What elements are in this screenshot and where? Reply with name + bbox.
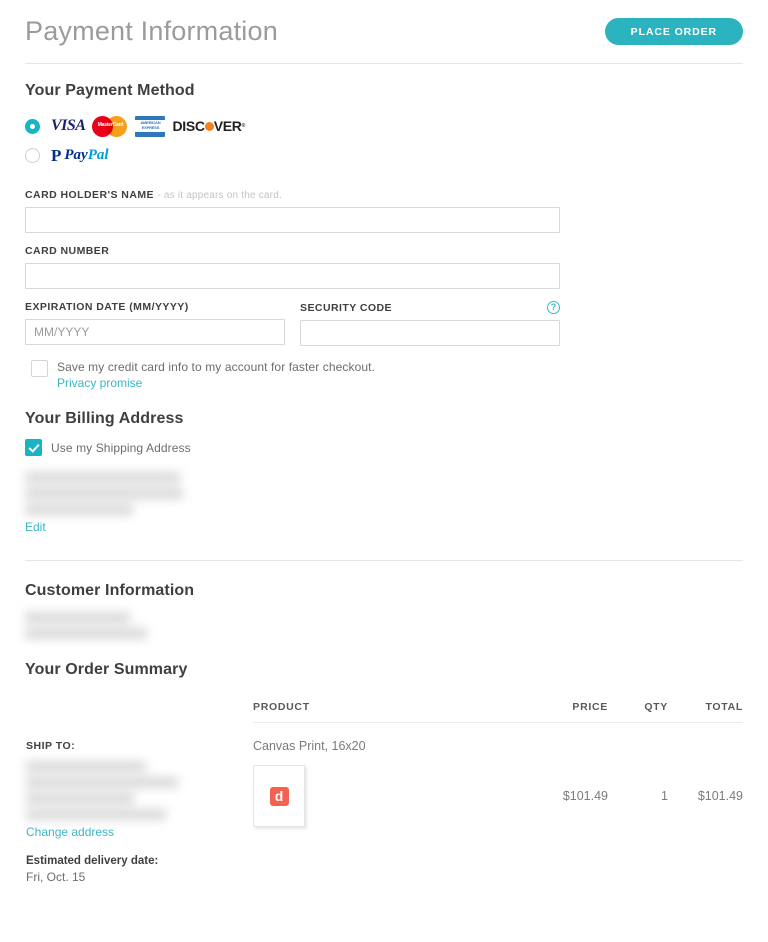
- product-qty: 1: [608, 789, 668, 803]
- discover-o-dot: [205, 122, 214, 131]
- radio-paypal[interactable]: [25, 148, 40, 163]
- page-title: Payment Information: [25, 16, 278, 47]
- column-header-qty: QTY: [608, 701, 668, 713]
- expiration-field-group: EXPIRATION DATE (MM/YYYY): [25, 301, 285, 346]
- order-summary-heading: Your Order Summary: [25, 661, 743, 679]
- product-name: Canvas Print, 16x20: [253, 739, 743, 753]
- security-code-label: SECURITY CODE: [300, 302, 392, 314]
- payment-information-page: Payment Information PLACE ORDER Your Pay…: [0, 0, 768, 942]
- paypal-text-pay: Pay: [64, 147, 87, 163]
- help-icon[interactable]: ?: [547, 301, 560, 314]
- save-card-row: Save my credit card info to my account f…: [25, 360, 743, 390]
- payment-option-paypal[interactable]: P PayPal: [25, 143, 743, 167]
- billing-address-heading: Your Billing Address: [25, 410, 743, 428]
- ship-to-label: SHIP TO:: [26, 740, 231, 752]
- place-order-button[interactable]: PLACE ORDER: [605, 18, 743, 45]
- ship-to-redacted: [26, 761, 231, 820]
- security-code-input[interactable]: [300, 320, 560, 346]
- card-brand-logos: VISA MasterCard AMERICAN EXPRESS DISC VER…: [51, 116, 245, 137]
- save-card-label: Save my credit card info to my account f…: [57, 360, 375, 374]
- privacy-promise-link[interactable]: Privacy promise: [57, 376, 375, 390]
- table-row: Canvas Print, 16x20 d $101.49 1 $101.49: [253, 739, 743, 827]
- product-thumbnail-logo-icon: d: [270, 787, 289, 806]
- ship-to-block: SHIP TO: Change address Estimated delive…: [26, 740, 231, 884]
- card-number-input[interactable]: [25, 263, 560, 289]
- billing-divider: [25, 560, 743, 561]
- change-address-link[interactable]: Change address: [26, 825, 231, 839]
- discover-text-before: DISC: [172, 118, 204, 134]
- estimated-delivery-value: Fri, Oct. 15: [26, 870, 231, 884]
- visa-icon: VISA: [51, 117, 85, 135]
- amex-label: AMERICAN EXPRESS: [135, 120, 165, 131]
- order-table-header-row: PRODUCT PRICE QTY TOTAL: [253, 701, 743, 722]
- card-holder-label: CARD HOLDER'S NAME - as it appears on th…: [25, 189, 560, 201]
- use-shipping-checkbox[interactable]: [25, 439, 42, 456]
- edit-billing-address-link[interactable]: Edit: [25, 520, 743, 534]
- page-header: Payment Information PLACE ORDER: [25, 0, 743, 63]
- customer-information-redacted: [25, 612, 195, 639]
- amex-icon: AMERICAN EXPRESS: [135, 116, 165, 137]
- expiry-security-row: EXPIRATION DATE (MM/YYYY) SECURITY CODE …: [25, 301, 743, 346]
- use-shipping-label: Use my Shipping Address: [51, 441, 191, 455]
- paypal-wordmark: PayPal: [64, 148, 108, 163]
- order-table: PRODUCT PRICE QTY TOTAL Canvas Print, 16…: [253, 701, 743, 827]
- security-code-field-group: SECURITY CODE ?: [300, 301, 560, 346]
- product-thumbnail[interactable]: d: [253, 765, 305, 827]
- use-shipping-row: Use my Shipping Address: [25, 439, 743, 456]
- column-header-total: TOTAL: [668, 701, 743, 713]
- mastercard-label: MasterCard: [92, 122, 128, 128]
- save-card-checkbox[interactable]: [31, 360, 48, 377]
- billing-address-redacted: [25, 472, 225, 515]
- product-detail-row: d $101.49 1 $101.49: [253, 765, 743, 827]
- paypal-text-pal: Pal: [88, 147, 109, 163]
- payment-option-credit-card[interactable]: VISA MasterCard AMERICAN EXPRESS DISC VER…: [25, 114, 743, 138]
- column-header-price: PRICE: [518, 701, 608, 713]
- card-holder-hint: - as it appears on the card.: [157, 190, 282, 201]
- column-header-product: PRODUCT: [253, 701, 518, 713]
- payment-method-heading: Your Payment Method: [25, 82, 743, 100]
- card-holder-label-text: CARD HOLDER'S NAME: [25, 189, 154, 201]
- card-holder-field-group: CARD HOLDER'S NAME - as it appears on th…: [25, 189, 560, 233]
- discover-trademark: ®: [242, 123, 245, 129]
- estimated-delivery-label: Estimated delivery date:: [26, 855, 231, 867]
- card-number-field-group: CARD NUMBER: [25, 245, 560, 289]
- order-table-rule: [253, 722, 743, 723]
- product-price: $101.49: [518, 789, 608, 803]
- radio-credit-card[interactable]: [25, 119, 40, 134]
- discover-text-after: VER: [214, 118, 242, 134]
- expiration-label: EXPIRATION DATE (MM/YYYY): [25, 301, 285, 313]
- product-total: $101.49: [668, 789, 743, 803]
- expiration-input[interactable]: [25, 319, 285, 345]
- card-number-label: CARD NUMBER: [25, 245, 560, 257]
- paypal-icon: P PayPal: [51, 147, 109, 164]
- discover-icon: DISC VER®: [172, 118, 245, 134]
- customer-information-heading: Customer Information: [25, 582, 743, 600]
- card-holder-input[interactable]: [25, 207, 560, 233]
- paypal-mark: P: [51, 147, 61, 164]
- mastercard-icon: MasterCard: [92, 116, 128, 137]
- header-divider: [25, 63, 743, 64]
- order-summary-body: SHIP TO: Change address Estimated delive…: [25, 701, 743, 827]
